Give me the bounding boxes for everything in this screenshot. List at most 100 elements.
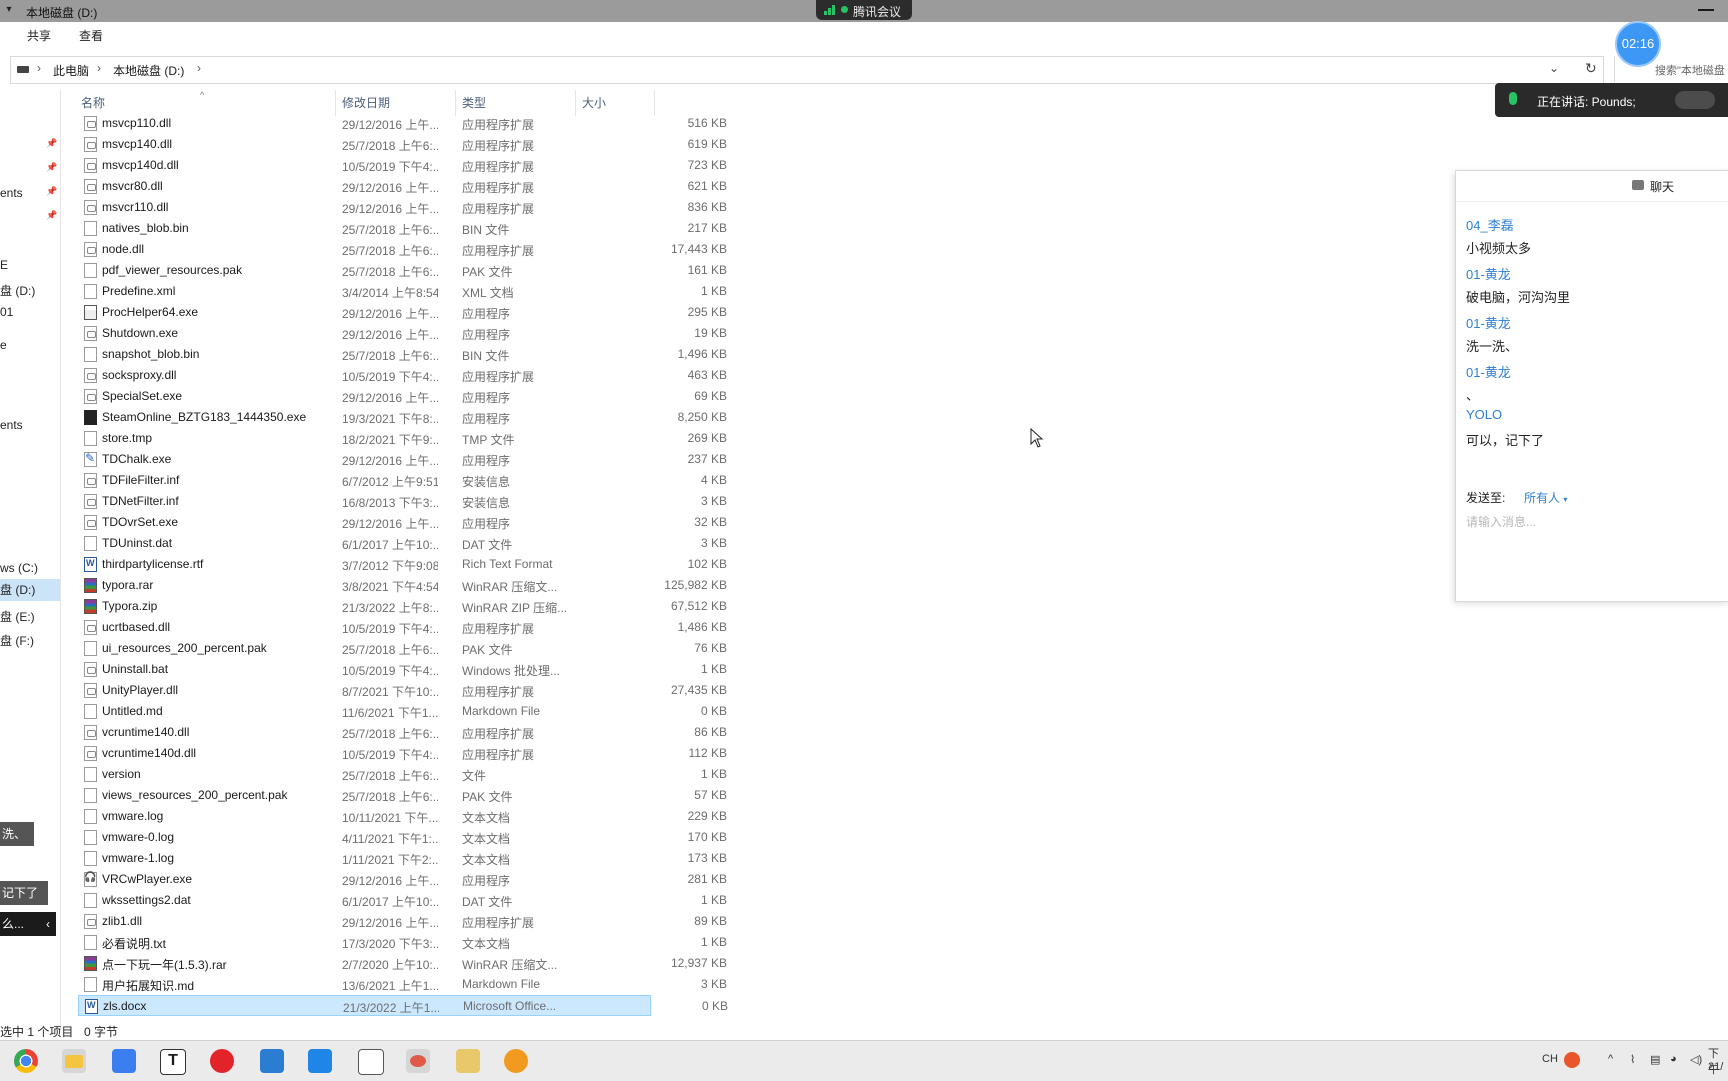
file-row[interactable]: TDUninst.dat 6/1/2017 上午10:... DAT 文件 3 KB <box>78 533 727 554</box>
file-row[interactable]: ui_resources_200_percent.pak 25/7/2018 上午… <box>78 638 727 659</box>
chrome-icon[interactable] <box>14 1049 38 1073</box>
file-row[interactable]: vmware-1.log 1/11/2021 下午2:... 文本文档 173 KB <box>78 848 727 869</box>
file-row[interactable]: version 25/7/2018 上午6:... 文件 1 KB <box>78 764 727 785</box>
nav-item[interactable]: 01 <box>0 305 13 319</box>
netease-music-icon[interactable] <box>210 1049 234 1073</box>
file-row[interactable]: TDFileFilter.inf 6/7/2012 上午9:51 安装信息 4 KB <box>78 470 727 491</box>
file-row[interactable]: node.dll 25/7/2018 上午6:... 应用程序扩展 17,443 KB <box>78 239 727 260</box>
column-header-type[interactable]: 类型 <box>462 94 486 111</box>
nav-item[interactable]: e <box>0 338 7 352</box>
nav-item-drive-d[interactable]: 盘 (D:) <box>0 579 60 601</box>
vmware-icon[interactable] <box>358 1049 384 1075</box>
file-row[interactable]: Untitled.md 11/6/2021 下午1... Markdown File… <box>78 701 727 722</box>
file-row[interactable]: ucrtbased.dll 10/5/2019 下午4:... 应用程序扩展 1,48… <box>78 617 727 638</box>
paint-icon[interactable] <box>456 1049 480 1073</box>
file-row[interactable]: msvcr110.dll 29/12/2016 上午... 应用程序扩展 836 KB <box>78 197 727 218</box>
file-row[interactable]: vmware.log 10/11/2021 下午... 文本文档 229 KB <box>78 806 727 827</box>
nav-item[interactable]: 盘 (D:) <box>0 282 35 299</box>
nav-item[interactable]: E <box>0 258 8 272</box>
file-row[interactable]: typora.rar 3/8/2021 下午4:54 WinRAR 压缩文... 12… <box>78 575 727 596</box>
file-row[interactable]: vmware-0.log 4/11/2021 下午1:... 文本文档 170 KB <box>78 827 727 848</box>
file-row[interactable]: msvcp140d.dll 10/5/2019 下午4:... 应用程序扩展 723 … <box>78 155 727 176</box>
meeting-timer[interactable]: 02:16 <box>1615 21 1661 67</box>
file-row[interactable]: snapshot_blob.bin 25/7/2018 上午6:... BIN 文件… <box>78 344 727 365</box>
chat-input[interactable]: 请输入消息... <box>1466 513 1536 530</box>
nav-item[interactable]: ents <box>0 186 23 200</box>
chat-toast[interactable]: 洗、 <box>0 822 34 846</box>
wifi-icon[interactable]: ⌇ <box>1630 1053 1635 1066</box>
refresh-icon[interactable]: ↻ <box>1585 60 1597 77</box>
pin-icon[interactable]: 📌 <box>46 210 57 220</box>
file-row[interactable]: msvcp110.dll 29/12/2016 上午... 应用程序扩展 516 KB <box>78 113 727 134</box>
column-divider[interactable] <box>654 90 655 116</box>
file-row[interactable]: 必看说明.txt 17/3/2020 下午3:... 文本文档 1 KB <box>78 932 727 953</box>
chevron-down-icon[interactable]: ⌄ <box>1549 61 1559 75</box>
typora-icon[interactable]: T <box>160 1049 186 1075</box>
app-cloud-icon[interactable] <box>308 1049 332 1073</box>
breadcrumb-this-pc[interactable]: 此电脑 <box>53 62 89 79</box>
file-row[interactable]: views_resources_200_percent.pak 25/7/2018… <box>78 785 727 806</box>
quick-access-dropdown-icon[interactable]: ▾ <box>3 4 15 16</box>
file-row[interactable]: wkssettings2.dat 6/1/2017 上午10:... DAT 文件 1… <box>78 890 727 911</box>
sogou-ime-icon[interactable] <box>1564 1052 1580 1068</box>
chevron-up-icon[interactable]: ^ <box>1608 1053 1613 1065</box>
file-row[interactable]: pdf_viewer_resources.pak 25/7/2018 上午6:..… <box>78 260 727 281</box>
file-row[interactable]: TDOvrSet.exe 29/12/2016 上午... 应用程序 32 KB <box>78 512 727 533</box>
network-icon[interactable]: ▤ <box>1650 1053 1660 1066</box>
nav-item-drive-c[interactable]: ws (C:) <box>0 561 38 575</box>
settings-gear-icon[interactable] <box>504 1049 528 1073</box>
column-header-name[interactable]: 名称 <box>81 94 105 111</box>
file-row[interactable]: 点一下玩一年(1.5.3).rar 2/7/2020 上午10:... WinRAR… <box>78 953 727 974</box>
file-row[interactable]: Shutdown.exe 29/12/2016 上午... 应用程序 19 KB <box>78 323 727 344</box>
column-header-size[interactable]: 大小 <box>582 94 606 111</box>
feishu-icon[interactable] <box>112 1049 136 1073</box>
file-row[interactable]: vcruntime140d.dll 10/5/2019 下午4:... 应用程序扩展… <box>78 743 727 764</box>
app-bird-icon[interactable] <box>406 1049 430 1073</box>
meeting-status-pill[interactable]: 腾讯会议 <box>816 0 912 20</box>
chevron-left-icon[interactable]: ‹ <box>40 912 56 936</box>
file-row[interactable]: 用户拓展知识.md 13/6/2021 上午1... Markdown File 3 … <box>78 974 727 995</box>
file-row[interactable]: SteamOnline_BZTG183_1444350.exe 19/3/2021… <box>78 407 727 428</box>
file-row[interactable]: SpecialSet.exe 29/12/2016 上午... 应用程序 69 KB <box>78 386 727 407</box>
tab-share[interactable]: 共享 <box>27 27 51 44</box>
chat-toast[interactable]: 么... <box>0 912 42 936</box>
pin-icon[interactable]: 📌 <box>46 186 57 196</box>
file-row[interactable]: Predefine.xml 3/4/2014 上午8:54 XML 文档 1 KB <box>78 281 727 302</box>
input-language[interactable]: CH <box>1542 1053 1558 1065</box>
breadcrumb-separator-icon[interactable]: › <box>197 61 201 75</box>
file-row[interactable]: TDChalk.exe 29/12/2016 上午... 应用程序 237 KB <box>78 449 727 470</box>
app-window-icon[interactable] <box>260 1049 284 1073</box>
column-header-date[interactable]: 修改日期 <box>342 94 390 111</box>
minimize-icon[interactable] <box>1698 9 1714 11</box>
file-row[interactable]: zls.docx 21/3/2022 上午1... Microsoft Office… <box>78 995 728 1016</box>
file-explorer-icon[interactable] <box>62 1049 86 1073</box>
breadcrumb-separator-icon[interactable]: › <box>97 61 101 75</box>
nav-item-drive-e[interactable]: 盘 (E:) <box>0 608 35 625</box>
file-row[interactable]: TDNetFilter.inf 16/8/2013 下午3:... 安装信息 3 KB <box>78 491 727 512</box>
nav-item-drive-f[interactable]: 盘 (F:) <box>0 632 34 649</box>
breadcrumb-drive-d[interactable]: 本地磁盘 (D:) <box>113 62 184 79</box>
file-row[interactable]: VRCwPlayer.exe 29/12/2016 上午... 应用程序 281 KB <box>78 869 727 890</box>
pin-icon[interactable]: 📌 <box>46 162 57 172</box>
qq-icon[interactable]: ◕ <box>1670 1053 1677 1065</box>
tab-view[interactable]: 查看 <box>79 27 103 44</box>
address-bar[interactable]: › 此电脑 › 本地磁盘 (D:) › ⌄ ↻ <box>10 56 1604 84</box>
nav-item[interactable]: ents <box>0 418 23 432</box>
file-row[interactable]: socksproxy.dll 10/5/2019 下午4:... 应用程序扩展 463… <box>78 365 727 386</box>
pin-icon[interactable]: 📌 <box>46 138 57 148</box>
volume-icon[interactable]: ◁) <box>1690 1053 1702 1066</box>
file-row[interactable]: vcruntime140.dll 25/7/2018 上午6:... 应用程序扩展 8… <box>78 722 727 743</box>
send-to-dropdown[interactable]: 所有人 ▾ <box>1524 489 1567 506</box>
file-row[interactable]: msvcr80.dll 29/12/2016 上午... 应用程序扩展 621 KB <box>78 176 727 197</box>
file-row[interactable]: ProcHelper64.exe 29/12/2016 上午... 应用程序 295 … <box>78 302 727 323</box>
file-row[interactable]: msvcp140.dll 25/7/2018 上午6:... 应用程序扩展 619 K… <box>78 134 727 155</box>
file-row[interactable]: Typora.zip 21/3/2022 上午8:... WinRAR ZIP 压缩… <box>78 596 727 617</box>
file-row[interactable]: Uninstall.bat 10/5/2019 下午4:... Windows 批处… <box>78 659 727 680</box>
file-row[interactable]: natives_blob.bin 25/7/2018 上午6:... BIN 文件 2… <box>78 218 727 239</box>
chat-toast[interactable]: 记下了 <box>0 881 48 905</box>
file-row[interactable]: UnityPlayer.dll 8/7/2021 下午10:... 应用程序扩展 27… <box>78 680 727 701</box>
clock-date[interactable]: 21/ <box>1708 1061 1723 1073</box>
file-row[interactable]: thirdpartylicense.rtf 3/7/2012 下午9:08 Rich… <box>78 554 727 575</box>
breadcrumb-separator-icon[interactable]: › <box>37 61 41 75</box>
file-row[interactable]: store.tmp 18/2/2021 下午9:... TMP 文件 269 KB <box>78 428 727 449</box>
